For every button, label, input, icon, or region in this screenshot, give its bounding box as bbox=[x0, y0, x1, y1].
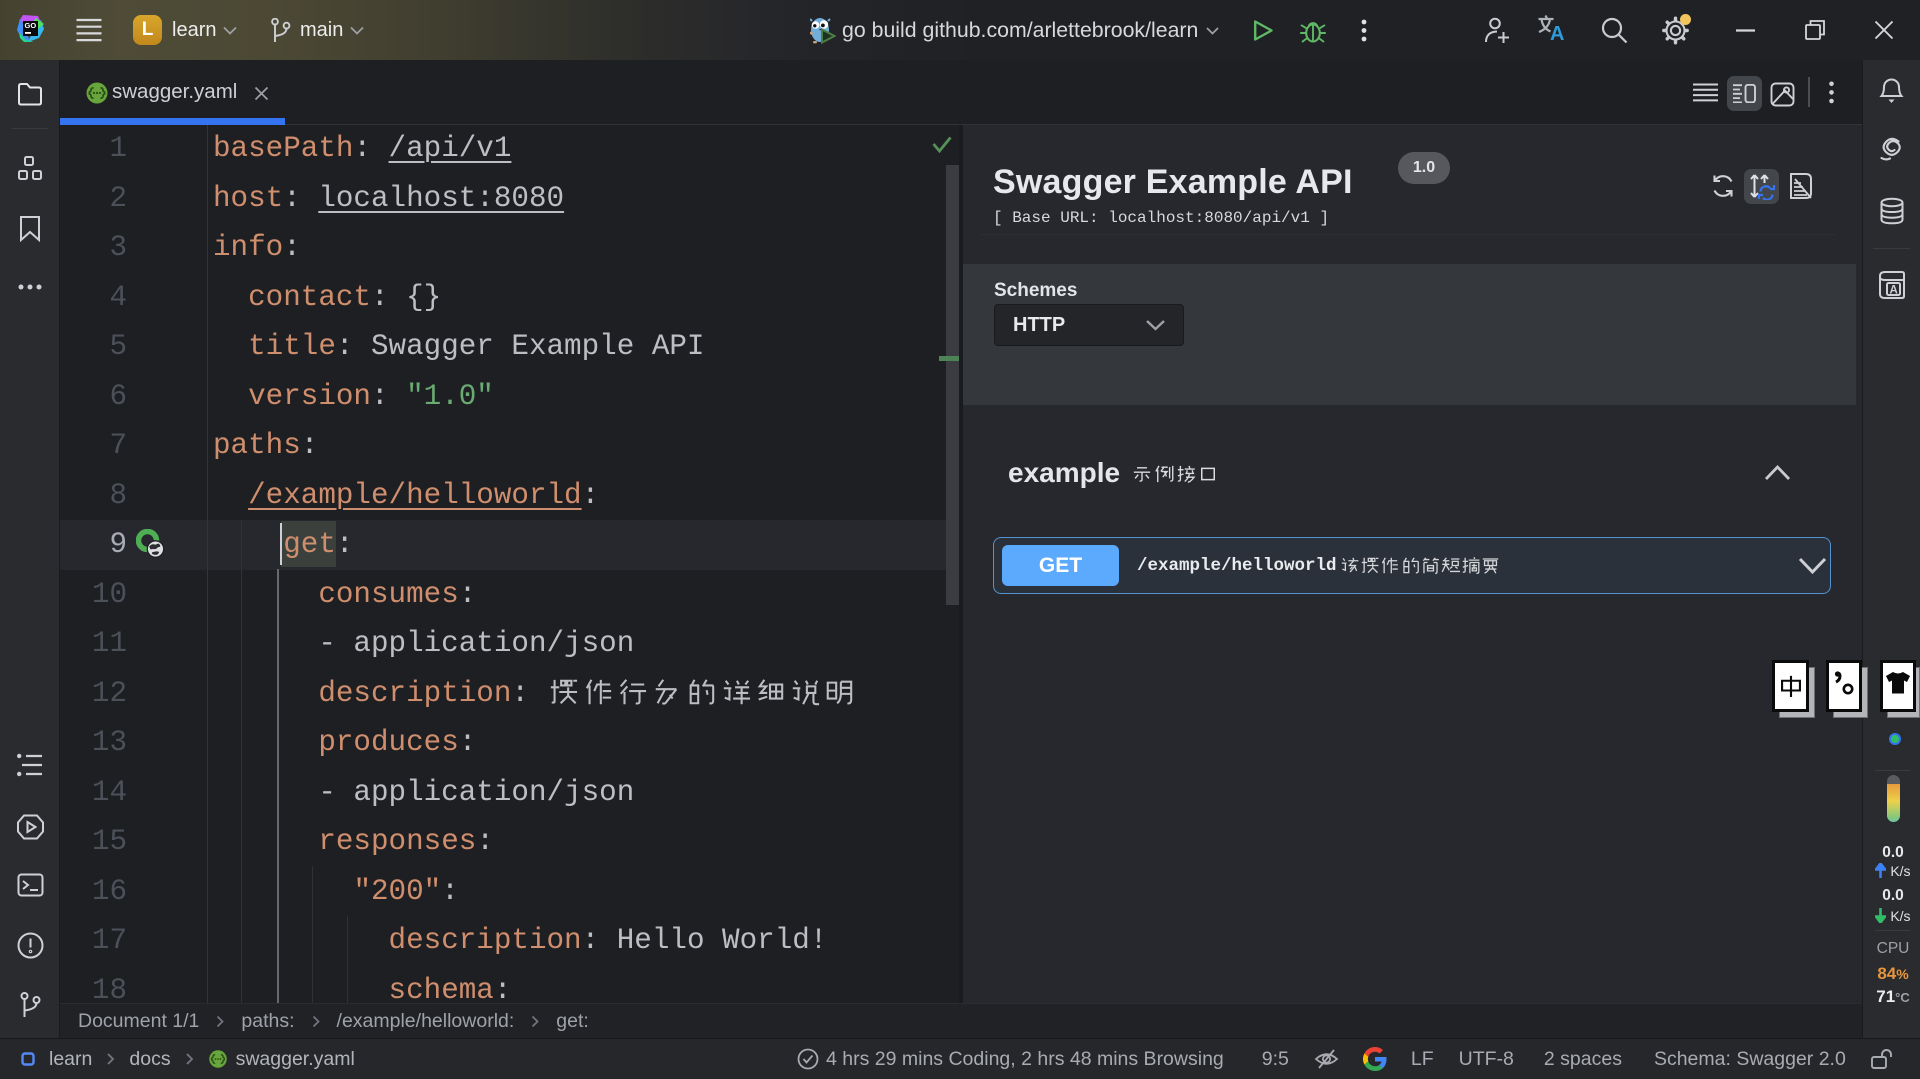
svg-text:A: A bbox=[1890, 285, 1898, 297]
svg-text:GO: GO bbox=[25, 21, 37, 30]
svg-text:A: A bbox=[1550, 23, 1564, 45]
